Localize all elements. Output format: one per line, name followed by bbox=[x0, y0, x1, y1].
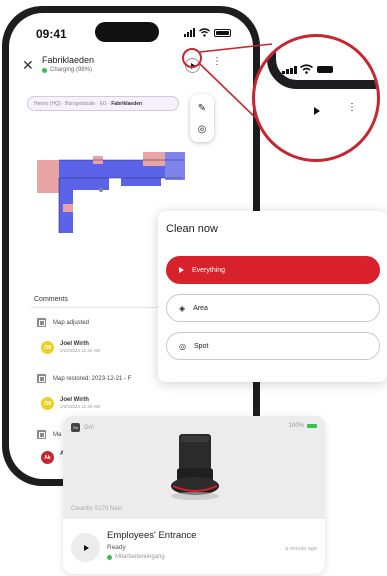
play-icon[interactable] bbox=[314, 107, 320, 115]
zoom-magnifier: ⋮ bbox=[252, 34, 380, 162]
robot-battery: 100% bbox=[289, 423, 317, 429]
battery-icon bbox=[317, 66, 333, 73]
option-label: Everything bbox=[192, 266, 226, 274]
option-label: Area bbox=[193, 304, 208, 312]
brand-logo-icon: Gn bbox=[71, 423, 80, 432]
play-icon bbox=[83, 544, 89, 551]
wifi-icon bbox=[300, 64, 313, 74]
layers-icon: ◈ bbox=[179, 303, 186, 313]
room-name: Mitarbeitereingang bbox=[115, 554, 165, 560]
play-icon bbox=[179, 267, 184, 273]
battery-icon bbox=[307, 424, 317, 428]
clean-now-title: Clean now bbox=[166, 223, 218, 235]
phone-bezel bbox=[267, 37, 377, 89]
clean-everything-button[interactable]: Everything bbox=[166, 256, 380, 284]
more-vertical-icon[interactable]: ⋮ bbox=[347, 103, 357, 113]
robot-brand: Gn Gn² bbox=[71, 423, 94, 432]
robot-image bbox=[171, 434, 219, 500]
robot-model: Cleanfix S170 Navi bbox=[71, 506, 123, 512]
location-name: Employees' Entrance bbox=[107, 530, 197, 541]
robot-play-button[interactable] bbox=[71, 533, 100, 562]
spot-target-icon: ◎ bbox=[179, 341, 186, 351]
robot-room: Mitarbeitereingang bbox=[107, 554, 165, 560]
robot-status: Ready bbox=[107, 544, 126, 551]
last-update: a minute ago bbox=[285, 546, 317, 552]
option-label: Spot bbox=[193, 342, 209, 350]
robot-card[interactable]: Gn Gn² 100% Cleanfix S170 Navi Employees… bbox=[63, 416, 325, 574]
clean-spot-button[interactable]: ◎ Spot bbox=[166, 332, 380, 360]
highlight-ring bbox=[182, 48, 202, 68]
clean-now-sheet: Clean now Everything ◈ Area ◎ Spot bbox=[158, 211, 387, 382]
brand-label: Gn² bbox=[84, 424, 95, 431]
robot-info: Employees' Entrance Ready Mitarbeiterein… bbox=[63, 519, 325, 574]
clean-area-button[interactable]: ◈ Area bbox=[166, 294, 380, 322]
connector-line bbox=[199, 43, 273, 53]
status-dot bbox=[107, 554, 112, 560]
battery-level: 100% bbox=[288, 423, 304, 429]
signal-icon bbox=[282, 66, 297, 74]
